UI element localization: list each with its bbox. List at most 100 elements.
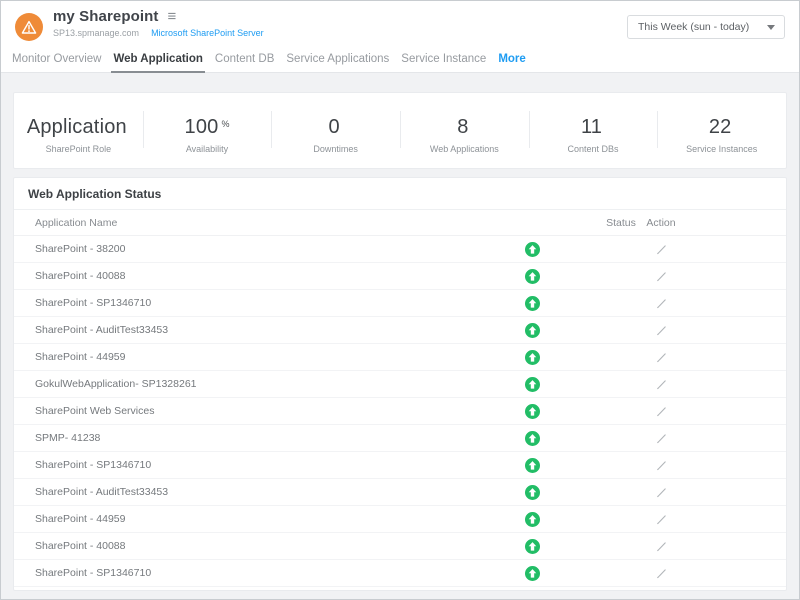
- pencil-icon: [655, 324, 668, 337]
- app-window: my Sharepoint ≡ SP13.spmanage.com Micros…: [0, 0, 800, 600]
- action-cell: [641, 351, 681, 364]
- table-row: SharePoint - SP1346710: [14, 452, 786, 479]
- pencil-icon: [655, 351, 668, 364]
- edit-action-button[interactable]: [655, 567, 668, 580]
- tab-more[interactable]: More: [492, 49, 531, 72]
- edit-action-button[interactable]: [655, 324, 668, 337]
- status-cell: [512, 323, 552, 338]
- application-name: SharePoint - AuditTest33453: [14, 486, 512, 498]
- edit-action-button[interactable]: [655, 351, 668, 364]
- application-name: SharePoint - 40088: [14, 270, 512, 282]
- server-type-link[interactable]: Microsoft SharePoint Server: [151, 28, 264, 38]
- arrow-up-circle-icon: [525, 350, 540, 365]
- period-dropdown[interactable]: This Week (sun - today): [627, 15, 785, 39]
- edit-action-button[interactable]: [655, 513, 668, 526]
- page-title: my Sharepoint: [53, 8, 159, 25]
- arrow-up-circle-icon: [525, 566, 540, 581]
- stat-label: Availability: [143, 144, 272, 154]
- pencil-icon: [655, 486, 668, 499]
- stat-value: 100: [185, 116, 219, 138]
- edit-action-button[interactable]: [655, 486, 668, 499]
- column-header-application-name: Application Name: [14, 217, 512, 229]
- table-row: SharePoint - SP1346710: [14, 560, 786, 587]
- summary-stat: 22 Service Instances: [657, 93, 786, 168]
- chevron-down-icon: [767, 25, 775, 30]
- pencil-icon: [655, 378, 668, 391]
- page-body: Application SharePoint Role 100% Availab…: [1, 73, 799, 599]
- edit-action-button[interactable]: [655, 297, 668, 310]
- table-row: SharePoint - AuditTest33453: [14, 479, 786, 506]
- action-cell: [641, 540, 681, 553]
- stat-value: 11: [581, 116, 602, 138]
- action-cell: [641, 324, 681, 337]
- action-cell: [641, 270, 681, 283]
- table-title: Web Application Status: [28, 187, 161, 201]
- tab-bar: Monitor Overview Web Application Content…: [1, 49, 799, 73]
- action-cell: [641, 459, 681, 472]
- tab-service-instance[interactable]: Service Instance: [395, 49, 492, 72]
- column-header-action: Action: [641, 217, 681, 229]
- hamburger-menu-icon[interactable]: ≡: [168, 9, 177, 24]
- period-dropdown-value: This Week (sun - today): [638, 21, 749, 33]
- edit-action-button[interactable]: [655, 270, 668, 283]
- status-cell: [512, 458, 552, 473]
- action-cell: [641, 567, 681, 580]
- monitor-status-badge: [15, 13, 43, 41]
- action-cell: [641, 243, 681, 256]
- edit-action-button[interactable]: [655, 459, 668, 472]
- monitor-host: SP13.spmanage.com: [53, 28, 139, 38]
- application-name: GokulWebApplication- SP1328261: [14, 378, 512, 390]
- table-row: SharePoint - 38200: [14, 236, 786, 263]
- tab-service-applications[interactable]: Service Applications: [280, 49, 395, 72]
- stat-label: SharePoint Role: [14, 144, 143, 154]
- monitor-title-block: my Sharepoint ≡ SP13.spmanage.com Micros…: [53, 8, 264, 38]
- stat-label: Content DBs: [529, 144, 658, 154]
- status-cell: [512, 512, 552, 527]
- summary-stat: 100% Availability: [143, 93, 272, 168]
- edit-action-button[interactable]: [655, 378, 668, 391]
- pencil-icon: [655, 513, 668, 526]
- column-header-status: Status: [601, 217, 641, 229]
- summary-stat: 0 Downtimes: [271, 93, 400, 168]
- pencil-icon: [655, 270, 668, 283]
- pencil-icon: [655, 243, 668, 256]
- table-row: GokulWebApplication- SP1328261: [14, 371, 786, 398]
- pencil-icon: [655, 405, 668, 418]
- table-row: SharePoint - AuditTest33453: [14, 317, 786, 344]
- application-name: SharePoint - 44959: [14, 351, 512, 363]
- application-name: SharePoint - 38200: [14, 243, 512, 255]
- edit-action-button[interactable]: [655, 432, 668, 445]
- application-name: SharePoint - AuditTest33453: [14, 324, 512, 336]
- pencil-icon: [655, 297, 668, 310]
- summary-stat: Application SharePoint Role: [14, 93, 143, 168]
- status-cell: [512, 566, 552, 581]
- table-row: SharePoint - SP1346710: [14, 290, 786, 317]
- edit-action-button[interactable]: [655, 405, 668, 418]
- arrow-up-circle-icon: [525, 485, 540, 500]
- table-row: SharePoint - 44959: [14, 506, 786, 533]
- arrow-up-circle-icon: [525, 512, 540, 527]
- application-name: SharePoint - SP1346710: [14, 297, 512, 309]
- edit-action-button[interactable]: [655, 243, 668, 256]
- action-cell: [641, 486, 681, 499]
- edit-action-button[interactable]: [655, 540, 668, 553]
- arrow-up-circle-icon: [525, 296, 540, 311]
- application-name: SPMP- 41238: [14, 432, 512, 444]
- table-row: SharePoint - 44959: [14, 344, 786, 371]
- arrow-up-circle-icon: [525, 404, 540, 419]
- tab-monitor-overview[interactable]: Monitor Overview: [6, 49, 107, 72]
- table-row: SPMP- 41238: [14, 425, 786, 452]
- arrow-up-circle-icon: [525, 377, 540, 392]
- application-name: SharePoint - 40088: [14, 540, 512, 552]
- table-row: SharePoint Web Services: [14, 398, 786, 425]
- header: my Sharepoint ≡ SP13.spmanage.com Micros…: [1, 1, 799, 49]
- status-cell: [512, 296, 552, 311]
- stat-value: 8: [457, 116, 468, 138]
- tab-content-db[interactable]: Content DB: [209, 49, 280, 72]
- status-cell: [512, 350, 552, 365]
- tab-web-application[interactable]: Web Application: [107, 49, 208, 72]
- web-application-status-card: Web Application Status Application Name …: [13, 177, 787, 591]
- summary-stat: 8 Web Applications: [400, 93, 529, 168]
- application-name: SharePoint Web Services: [14, 405, 512, 417]
- status-cell: [512, 269, 552, 284]
